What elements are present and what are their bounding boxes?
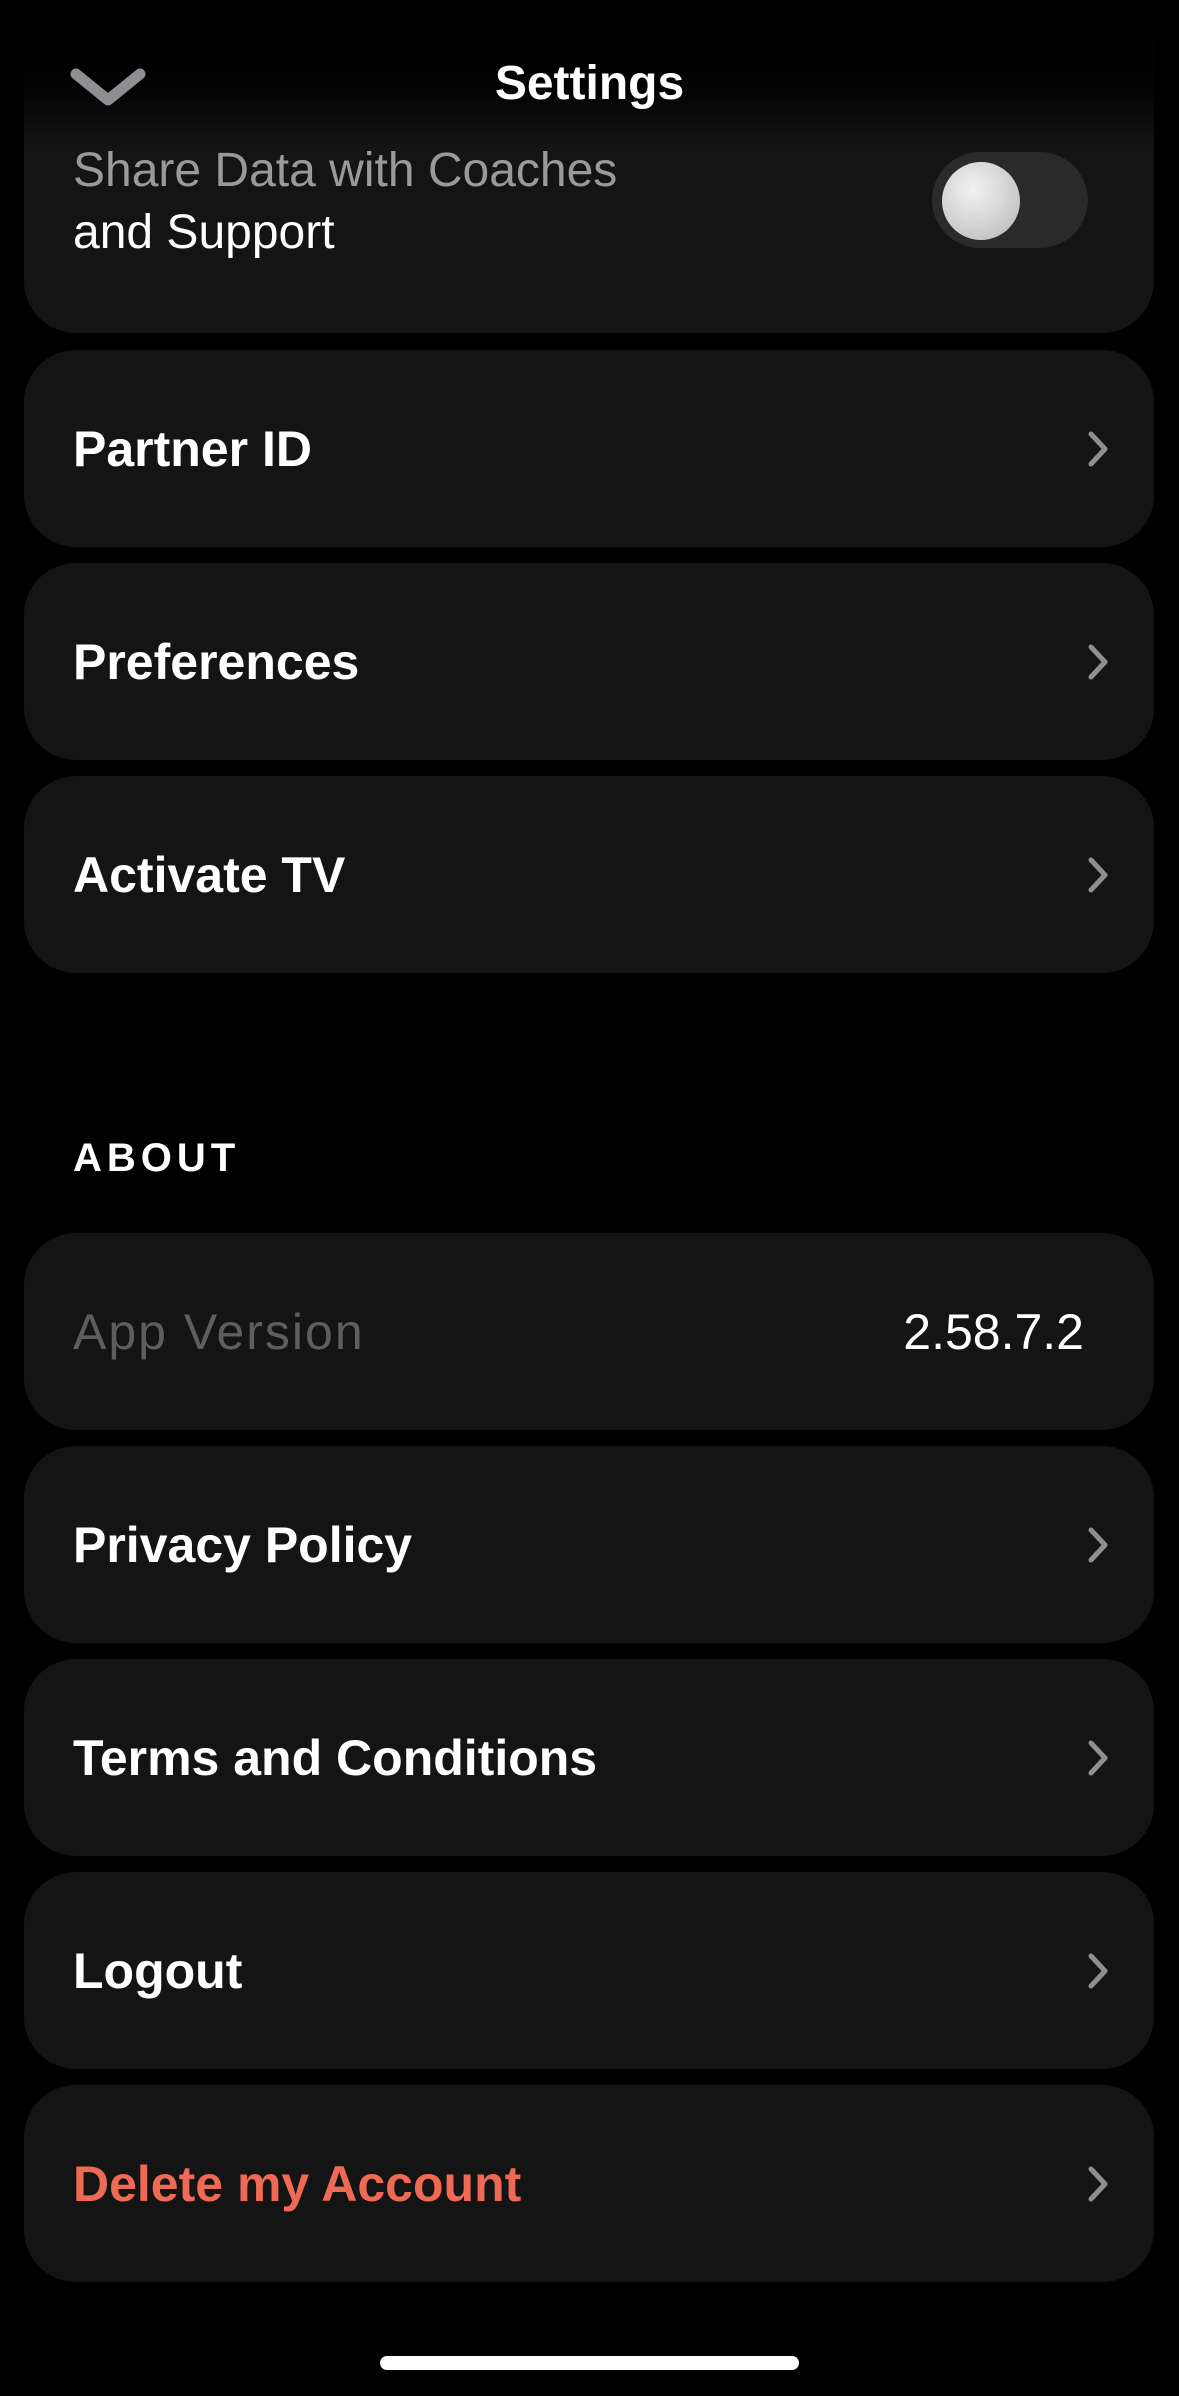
activate-tv-row[interactable]: Activate TV [24, 776, 1154, 973]
app-version-row: App Version 2.58.7.2 [24, 1233, 1154, 1430]
chevron-right-icon [1088, 857, 1108, 892]
toggle-knob [942, 162, 1020, 240]
home-indicator[interactable] [380, 2356, 799, 2370]
share-data-label-line2: and Support [73, 206, 335, 259]
logout-label: Logout [73, 1942, 243, 1999]
chevron-right-icon [1088, 2166, 1108, 2201]
privacy-policy-row[interactable]: Privacy Policy [24, 1446, 1154, 1643]
activate-tv-label: Activate TV [73, 846, 346, 903]
share-data-toggle[interactable] [932, 152, 1088, 248]
chevron-right-icon [1088, 1740, 1108, 1775]
partner-id-label: Partner ID [73, 420, 312, 477]
preferences-label: Preferences [73, 633, 360, 690]
logout-row[interactable]: Logout [24, 1872, 1154, 2069]
about-section-title: ABOUT [73, 1136, 241, 1180]
share-data-label: Share Data with Coaches and Support [73, 140, 793, 264]
chevron-right-icon [1088, 644, 1108, 679]
app-version-value: 2.58.7.2 [903, 1303, 1084, 1360]
terms-row[interactable]: Terms and Conditions [24, 1659, 1154, 1856]
terms-label: Terms and Conditions [73, 1729, 598, 1786]
app-version-label: App Version [73, 1303, 365, 1360]
header: Settings [0, 0, 1179, 150]
chevron-right-icon [1088, 431, 1108, 466]
preferences-row[interactable]: Preferences [24, 563, 1154, 760]
delete-account-row[interactable]: Delete my Account [24, 2085, 1154, 2282]
partner-id-row[interactable]: Partner ID [24, 350, 1154, 547]
delete-account-label: Delete my Account [73, 2155, 522, 2212]
chevron-right-icon [1088, 1527, 1108, 1562]
chevron-right-icon [1088, 1953, 1108, 1988]
privacy-policy-label: Privacy Policy [73, 1516, 413, 1573]
page-title: Settings [494, 57, 685, 110]
